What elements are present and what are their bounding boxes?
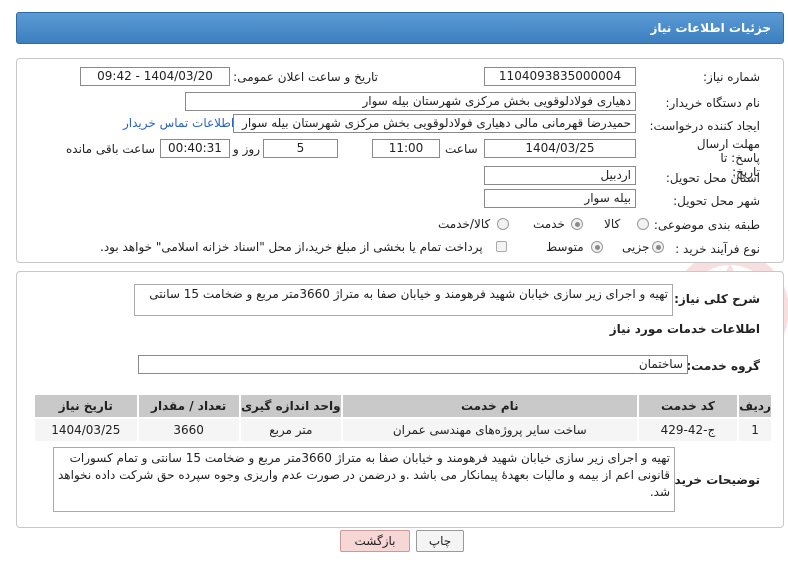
col-name: نام خدمت xyxy=(340,393,639,419)
summary-label: شرح کلی نیاز: xyxy=(674,292,760,306)
remaining-time-field[interactable]: 00:40:31 xyxy=(160,139,230,158)
days-label: روز و xyxy=(233,142,260,156)
cell-unit: متر مربع xyxy=(238,417,343,443)
radio-goods-service-label: کالا/خدمت xyxy=(438,217,491,231)
page-title: جزئیات اطلاعات نیاز xyxy=(650,21,771,35)
cell-name: ساخت سایر پروژه‌های مهندسی عمران xyxy=(340,417,639,443)
service-group-field[interactable]: ساختمان xyxy=(138,355,688,374)
service-group-label: گروه خدمت: xyxy=(686,359,760,373)
province-label: استان محل تحویل: xyxy=(665,171,760,185)
cell-date: 1404/03/25 xyxy=(33,417,139,443)
need-info-panel xyxy=(16,58,784,263)
announce-datetime-field[interactable]: 1404/03/20 - 09:42 xyxy=(80,67,230,86)
announce-label: تاریخ و ساعت اعلان عمومی: xyxy=(233,70,378,84)
need-number-field[interactable]: 1104093835000004 xyxy=(484,67,636,86)
treasury-checkbox[interactable] xyxy=(496,241,507,252)
time-label: ساعت xyxy=(445,142,478,156)
page-header: جزئیات اطلاعات نیاز xyxy=(16,12,784,44)
cell-row: 1 xyxy=(737,417,773,443)
deadline-date-field[interactable]: 1404/03/25 xyxy=(484,139,636,158)
city-label: شهر محل تحویل: xyxy=(673,194,760,208)
cell-qty: 3660 xyxy=(136,417,241,443)
col-row: ردیف xyxy=(737,393,773,419)
col-code: کد خدمت xyxy=(636,393,740,419)
radio-service[interactable] xyxy=(571,218,583,230)
radio-medium[interactable] xyxy=(591,241,603,253)
radio-goods-service[interactable] xyxy=(497,218,509,230)
radio-minor[interactable] xyxy=(652,241,664,253)
payment-note: پرداخت تمام یا بخشی از مبلغ خرید،از محل … xyxy=(100,240,483,254)
buyer-org-label: نام دستگاه خریدار: xyxy=(665,96,761,110)
cell-code: ج-42-429 xyxy=(636,417,740,443)
days-field[interactable]: 5 xyxy=(263,139,338,158)
remaining-label: ساعت باقی مانده xyxy=(66,142,156,156)
city-field[interactable]: بیله سوار xyxy=(484,189,636,208)
radio-goods[interactable] xyxy=(637,218,649,230)
table-header-row: ردیف کد خدمت نام خدمت واحد اندازه گیری ت… xyxy=(33,393,773,419)
creator-label: ایجاد کننده درخواست: xyxy=(649,119,760,133)
summary-textarea[interactable]: تهیه و اجرای زیر سازی خیابان شهید فرهومن… xyxy=(134,284,673,316)
table-row[interactable]: 1 ج-42-429 ساخت سایر پروژه‌های مهندسی عم… xyxy=(33,417,773,443)
col-date: تاریخ نیاز xyxy=(33,393,139,419)
province-field[interactable]: اردبیل xyxy=(484,166,636,185)
radio-goods-label: کالا xyxy=(604,217,621,231)
buyer-org-field[interactable]: دهیاری فولادلوقویی بخش مرکزی شهرستان بیل… xyxy=(185,92,636,111)
radio-minor-label: جزیی xyxy=(622,240,650,254)
back-button[interactable]: بازگشت xyxy=(340,530,410,552)
creator-field[interactable]: حمیدرضا قهرمانی مالی دهیاری فولادلوقویی … xyxy=(233,114,636,133)
radio-service-label: خدمت xyxy=(533,217,565,231)
need-number-label: شماره نیاز: xyxy=(703,70,760,84)
buyer-contact-link[interactable]: اطلاعات تماس خریدار xyxy=(123,116,234,130)
category-label: طبقه بندی موضوعی: xyxy=(653,218,760,232)
print-button[interactable]: چاپ xyxy=(416,530,464,552)
deadline-time-field[interactable]: 11:00 xyxy=(372,139,440,158)
services-title: اطلاعات خدمات مورد نیاز xyxy=(609,322,760,336)
radio-medium-label: متوسط xyxy=(546,240,584,254)
col-qty: تعداد / مقدار xyxy=(136,393,241,419)
col-unit: واحد اندازه گیری xyxy=(238,393,343,419)
process-label: نوع فرآیند خرید : xyxy=(675,242,760,256)
buyer-notes-textarea[interactable]: تهیه و اجرای زیر سازی خیابان شهید فرهومن… xyxy=(53,447,675,512)
services-table: ردیف کد خدمت نام خدمت واحد اندازه گیری ت… xyxy=(33,393,773,443)
